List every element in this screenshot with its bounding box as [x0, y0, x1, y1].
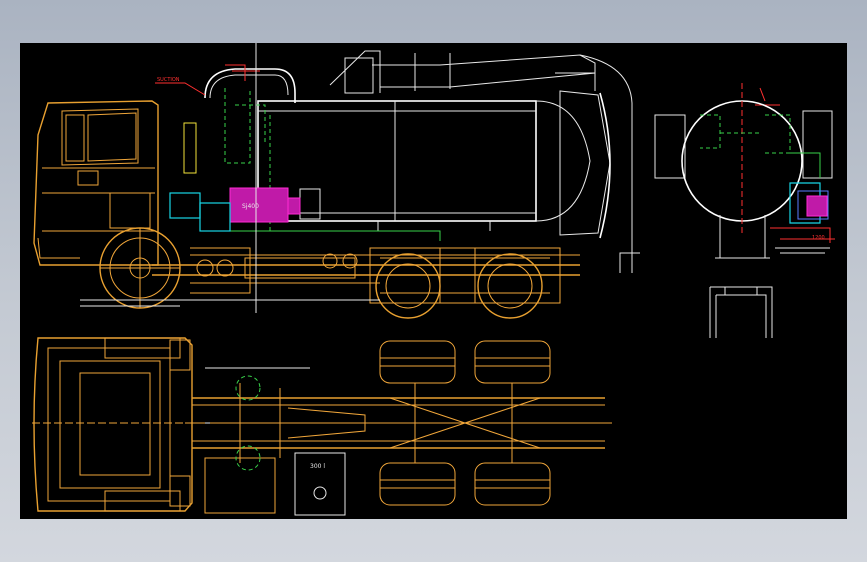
svg-text:300 l: 300 l	[310, 463, 325, 470]
svg-text:Sj400: Sj400	[242, 203, 259, 210]
front-wheel	[99, 227, 181, 309]
rear-elevation-view: 1200	[654, 83, 835, 259]
side-elevation-view: SUCTION Sj400	[33, 43, 780, 319]
suction-boom	[329, 50, 640, 273]
svg-text:SUCTION: SUCTION	[157, 77, 180, 83]
vacuum-tank	[257, 90, 611, 239]
svg-text:1200: 1200	[812, 235, 825, 241]
cad-canvas[interactable]: SUCTION Sj400 1200 300 l	[20, 43, 847, 519]
chassis-rail	[152, 264, 580, 276]
suction-pipe	[204, 68, 296, 103]
truck-cab	[33, 100, 159, 266]
section-detail-view	[709, 286, 773, 338]
plan-view: 300 l	[32, 337, 612, 516]
vacuum-pump: Sj400	[169, 122, 301, 232]
